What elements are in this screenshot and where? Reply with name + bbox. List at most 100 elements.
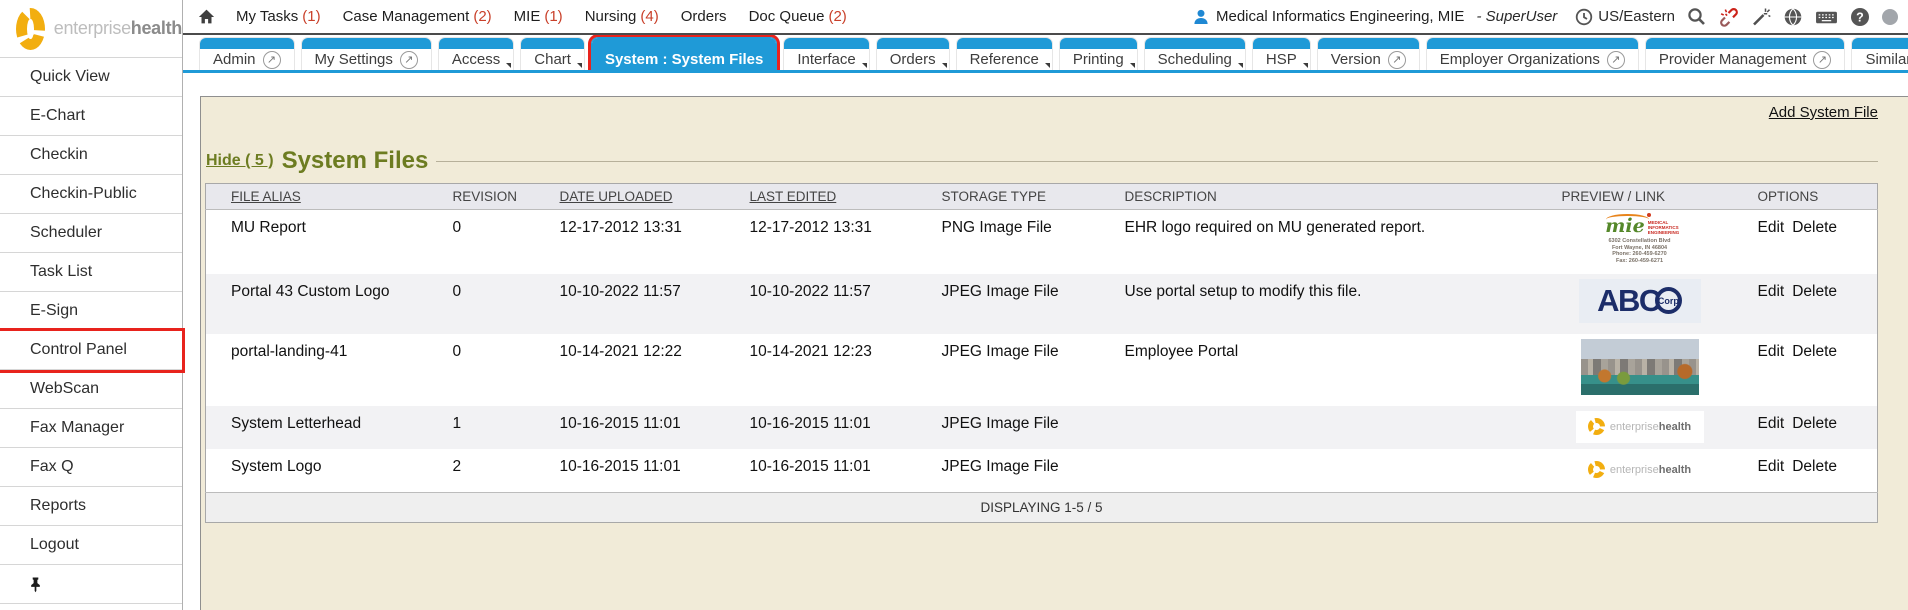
nav-item-nursing[interactable]: Nursing(4) [585, 8, 659, 25]
enterprisehealth-logo-text: enterprisehealth [1610, 464, 1691, 476]
broken-link-button[interactable] [1718, 7, 1739, 27]
timezone-widget[interactable]: US/Eastern [1575, 8, 1675, 26]
tab-interface[interactable]: Interface [783, 37, 869, 70]
cell-date-uploaded: 10-16-2015 11:01 [535, 406, 725, 449]
sidebar-item-control-panel[interactable]: Control Panel [0, 331, 182, 370]
column-header-label: OPTIONS [1758, 189, 1819, 204]
sidebar-item-fax-q[interactable]: Fax Q [0, 448, 182, 487]
presence-indicator[interactable] [1882, 9, 1898, 25]
brand-name: enterprisehealth [54, 18, 182, 39]
column-header-last-edited[interactable]: LAST EDITED [725, 184, 917, 210]
tab-similar-exposure-groups-seg[interactable]: Similar Exposure Groups (SEG) [1851, 37, 1908, 70]
tab-provider-management[interactable]: Provider Management [1645, 37, 1846, 70]
sidebar-item-checkin-public[interactable]: Checkin-Public [0, 175, 182, 214]
column-header-date-uploaded[interactable]: DATE UPLOADED [535, 184, 725, 210]
tab-label: Admin [213, 51, 256, 68]
tab-label: Reference [970, 51, 1039, 68]
globe-button[interactable] [1783, 7, 1803, 27]
tab-my-settings[interactable]: My Settings [301, 37, 432, 70]
help-icon: ? [1850, 7, 1870, 27]
current-user[interactable]: Medical Informatics Engineering, MIE - S… [1192, 8, 1557, 26]
cell-options: Edit Delete [1733, 449, 1878, 493]
edit-link[interactable]: Edit [1758, 219, 1785, 236]
nav-item-orders[interactable]: Orders [681, 8, 727, 25]
sidebar-item-label: Task List [30, 263, 92, 281]
sidebar-item-scheduler[interactable]: Scheduler [0, 214, 182, 253]
sidebar-pin-button[interactable] [0, 565, 182, 604]
enterprisehealth-logo-text: enterprisehealth [1610, 421, 1691, 433]
sidebar-item-fax-manager[interactable]: Fax Manager [0, 409, 182, 448]
tab-hsp[interactable]: HSP [1252, 37, 1311, 70]
enterprisehealth-logo-preview[interactable]: enterprisehealth [1576, 454, 1704, 486]
nav-item-doc-queue[interactable]: Doc Queue(2) [749, 8, 847, 25]
mie-letterhead-preview[interactable]: mieMEDICAL INFORMATICS ENGINEERING6302 C… [1601, 215, 1679, 267]
tab-body: Provider Management [1646, 49, 1845, 70]
add-system-file-link[interactable]: Add System File [1769, 104, 1878, 121]
dropdown-caret-icon [577, 63, 582, 68]
tab-chart[interactable]: Chart [520, 37, 585, 70]
sidebar-item-webscan[interactable]: WebScan [0, 370, 182, 409]
external-link-icon [400, 51, 418, 69]
tab-system-system-files[interactable]: System : System Files [591, 37, 777, 70]
cell-last-edited: 10-14-2021 12:23 [725, 334, 917, 406]
logo-text-light: enterprise [1610, 464, 1659, 476]
sidebar-item-task-list[interactable]: Task List [0, 253, 182, 292]
nav-item-label: My Tasks [236, 8, 298, 25]
sidebar-item-label: Checkin [30, 146, 88, 164]
tab-printing[interactable]: Printing [1059, 37, 1138, 70]
tab-employer-organizations[interactable]: Employer Organizations [1426, 37, 1639, 70]
edit-link[interactable]: Edit [1758, 415, 1785, 432]
sidebar-item-e-chart[interactable]: E-Chart [0, 97, 182, 136]
edit-link[interactable]: Edit [1758, 283, 1785, 300]
delete-link[interactable]: Delete [1792, 458, 1837, 475]
delete-link[interactable]: Delete [1792, 219, 1837, 236]
table-footer-row: DISPLAYING 1-5 / 5 [206, 492, 1878, 522]
edit-link[interactable]: Edit [1758, 343, 1785, 360]
nav-item-case-management[interactable]: Case Management(2) [343, 8, 492, 25]
cell-description [1100, 449, 1537, 493]
sidebar-item-e-sign[interactable]: E-Sign [0, 292, 182, 331]
home-button[interactable] [197, 8, 216, 26]
nav-item-my-tasks[interactable]: My Tasks(1) [236, 8, 321, 25]
cell-preview-link: ABCCorp [1537, 274, 1733, 334]
tab-version[interactable]: Version [1317, 37, 1420, 70]
delete-link[interactable]: Delete [1792, 283, 1837, 300]
delete-link[interactable]: Delete [1792, 415, 1837, 432]
tab-admin[interactable]: Admin [199, 37, 295, 70]
sidebar-item-reports[interactable]: Reports [0, 487, 182, 526]
tab-scheduling[interactable]: Scheduling [1144, 37, 1246, 70]
delete-link[interactable]: Delete [1792, 343, 1837, 360]
top-nav-items: My Tasks(1) Case Management(2) MIE(1) Nursi… [236, 8, 847, 25]
sidebar-item-logout[interactable]: Logout [0, 526, 182, 565]
column-header-file-alias[interactable]: FILE ALIAS [206, 184, 428, 210]
enterprisehealth-logo-preview[interactable]: enterprisehealth [1576, 411, 1704, 443]
column-header-revision: REVISION [428, 184, 535, 210]
abc-corp-logo-preview[interactable]: ABCCorp [1579, 279, 1701, 323]
cell-file-alias: Portal 43 Custom Logo [206, 274, 428, 334]
table-header-row: FILE ALIASREVISIONDATE UPLOADEDLAST EDIT… [206, 184, 1878, 210]
column-header-description: DESCRIPTION [1100, 184, 1537, 210]
tab-orders[interactable]: Orders [876, 37, 950, 70]
hide-toggle-link[interactable]: Hide ( 5 ) [206, 152, 274, 170]
sidebar-item-label: Scheduler [30, 224, 102, 242]
help-button[interactable]: ? [1850, 7, 1870, 27]
edit-link[interactable]: Edit [1758, 458, 1785, 475]
table-row-portal-landing-41: portal-landing-41010-14-2021 12:2210-14-… [206, 334, 1878, 406]
cell-options: Edit Delete [1733, 210, 1878, 274]
tab-reference[interactable]: Reference [956, 37, 1053, 70]
cell-revision: 1 [428, 406, 535, 449]
user-icon [1192, 8, 1210, 26]
search-button[interactable] [1687, 7, 1706, 26]
sidebar-item-quick-view[interactable]: Quick View [0, 58, 182, 97]
tab-label: Similar Exposure Groups (SEG) [1865, 51, 1908, 68]
keyboard-button[interactable] [1815, 8, 1838, 26]
content-panel: Add System File Hide ( 5 ) System Files … [200, 96, 1908, 610]
tab-access[interactable]: Access [438, 37, 514, 70]
wand-button[interactable] [1751, 7, 1771, 27]
system-files-table: FILE ALIASREVISIONDATE UPLOADEDLAST EDIT… [205, 183, 1878, 523]
city-skyline-photo-preview[interactable] [1581, 339, 1699, 395]
tab-body: My Settings [302, 49, 431, 70]
nav-item-mie[interactable]: MIE(1) [514, 8, 563, 25]
sidebar-item-checkin[interactable]: Checkin [0, 136, 182, 175]
cell-last-edited: 12-17-2012 13:31 [725, 210, 917, 274]
